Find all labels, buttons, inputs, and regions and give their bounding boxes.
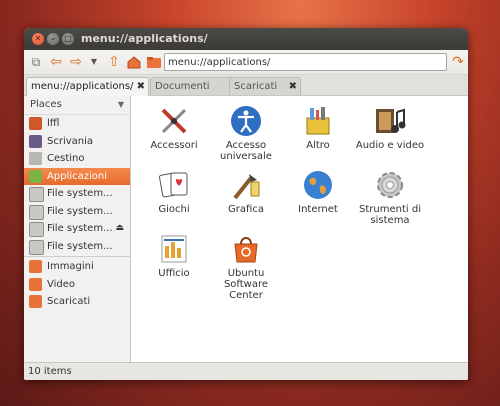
trash-icon xyxy=(29,152,42,165)
app-internet[interactable]: Internet xyxy=(283,168,353,215)
tab-label: menu://applications/ xyxy=(31,81,134,92)
sidebar-separator xyxy=(24,256,130,257)
close-tab-icon[interactable]: ✖ xyxy=(137,78,145,95)
titlebar[interactable]: ✕ – □ menu://applications/ xyxy=(24,28,468,50)
app-ufficio[interactable]: Ufficio xyxy=(139,232,209,279)
sidebar-item-lffl[interactable]: lffl xyxy=(24,115,130,133)
accessories-icon xyxy=(157,104,191,138)
sidebar-item-scrivania[interactable]: Scrivania xyxy=(24,133,130,151)
tab-label: Documenti xyxy=(155,81,210,92)
back-arrow-icon[interactable]: ⇦ xyxy=(48,54,64,70)
app-strumenti-di-sistema[interactable]: Strumenti di sistema xyxy=(355,168,425,226)
other-icon xyxy=(301,104,335,138)
home-icon[interactable] xyxy=(126,54,142,70)
places-sidebar: Places ▼ lffl Scrivania Cestino Applicaz… xyxy=(24,96,131,362)
multimedia-icon xyxy=(373,104,407,138)
folder-icon xyxy=(29,260,42,273)
item-count: 10 items xyxy=(28,366,72,377)
tab-label: Scaricati xyxy=(234,81,278,92)
window-title: menu://applications/ xyxy=(81,32,208,45)
toolbar: ⧉ ⇦ ⇨ ▼ ⇧ ↷ xyxy=(24,50,468,75)
tab-scaricati[interactable]: Scaricati ✖ xyxy=(229,77,301,95)
maximize-window-button[interactable]: □ xyxy=(62,33,74,45)
up-arrow-icon[interactable]: ⇧ xyxy=(106,54,122,70)
drive-icon xyxy=(29,187,44,202)
sidebar-item-filesystem[interactable]: File system... xyxy=(24,185,130,203)
graphics-icon xyxy=(229,168,263,202)
location-input[interactable] xyxy=(165,54,441,70)
gear-icon xyxy=(373,168,407,202)
desktop-icon xyxy=(29,134,42,148)
forward-arrow-icon[interactable]: ⇨ xyxy=(68,54,84,70)
sidebar-item-filesystem[interactable]: File system... xyxy=(24,203,130,221)
app-giochi[interactable]: Giochi xyxy=(139,168,209,215)
usb-drive-icon xyxy=(29,222,44,237)
chevron-down-icon[interactable]: ▼ xyxy=(118,96,124,114)
app-grafica[interactable]: Grafica xyxy=(211,168,281,215)
globe-icon xyxy=(301,168,335,202)
sidebar-item-video[interactable]: Video xyxy=(24,276,130,294)
folder-icon xyxy=(29,295,42,308)
drive-icon xyxy=(29,204,44,220)
app-accesso-universale[interactable]: Accesso universale xyxy=(211,104,281,162)
software-center-icon xyxy=(229,232,263,266)
file-manager-window: ✕ – □ menu://applications/ ⧉ ⇦ ⇨ ▼ ⇧ ↷ m… xyxy=(24,28,468,380)
drive-icon xyxy=(29,239,44,255)
folder-icon xyxy=(29,277,42,291)
go-icon[interactable]: ↷ xyxy=(450,54,466,70)
tab-applications[interactable]: menu://applications/ ✖ xyxy=(26,77,149,96)
sidebar-item-filesystem[interactable]: File system... xyxy=(24,238,130,256)
minimize-window-button[interactable]: – xyxy=(47,33,59,45)
new-window-icon[interactable]: ⧉ xyxy=(28,54,44,70)
applications-folder-icon xyxy=(146,54,162,70)
home-folder-icon xyxy=(29,117,42,130)
tab-bar: menu://applications/ ✖ Documenti ✖ Scari… xyxy=(24,75,468,96)
app-altro[interactable]: Altro xyxy=(283,104,353,151)
app-ubuntu-software-center[interactable]: Ubuntu Software Center xyxy=(211,232,281,301)
close-window-button[interactable]: ✕ xyxy=(32,33,44,45)
sidebar-item-cestino[interactable]: Cestino xyxy=(24,150,130,168)
office-icon xyxy=(157,232,191,266)
sidebar-item-filesystem[interactable]: File system... ⏏ xyxy=(24,220,130,238)
sidebar-item-immagini[interactable]: Immagini xyxy=(24,258,130,276)
location-bar[interactable] xyxy=(164,53,447,71)
file-view: Accessori Accesso universale Altro Audio… xyxy=(131,96,468,362)
places-header[interactable]: Places ▼ xyxy=(24,96,130,115)
applications-icon xyxy=(29,169,42,183)
sidebar-item-scaricati[interactable]: Scaricati xyxy=(24,293,130,311)
close-tab-icon[interactable]: ✖ xyxy=(289,78,297,95)
status-bar: 10 items xyxy=(24,362,468,380)
sidebar-item-applicazioni[interactable]: Applicazioni xyxy=(24,167,130,185)
dropdown-icon[interactable]: ▼ xyxy=(86,54,102,70)
app-audio-e-video[interactable]: Audio e video xyxy=(355,104,425,151)
eject-icon[interactable]: ⏏ xyxy=(115,220,124,237)
accessibility-icon xyxy=(229,104,263,138)
app-accessori[interactable]: Accessori xyxy=(139,104,209,151)
games-icon xyxy=(157,168,191,202)
